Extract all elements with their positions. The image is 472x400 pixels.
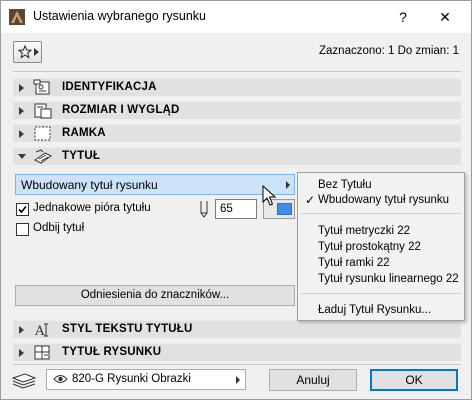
menu-item-title-frame[interactable]: Tytuł ramki 22 (318, 257, 390, 269)
color-swatch-icon (277, 203, 292, 215)
section-label: ROZMIAR I WYGLĄD (62, 104, 180, 116)
checkmark-icon: ✓ (305, 193, 316, 207)
pen-number-value: 65 (220, 203, 233, 215)
section-label: TYTUŁ (62, 150, 101, 162)
title-type-value: Wbudowany tytuł rysunku (21, 178, 158, 192)
ok-button[interactable]: OK (370, 369, 458, 391)
title-bar: Ustawienia wybranego rysunku ? ✕ (1, 1, 471, 33)
layer-dropdown[interactable]: 820-G Rysunki Obrazki (46, 369, 246, 390)
mirror-title-checkbox[interactable] (16, 223, 29, 236)
frame-icon (34, 126, 51, 141)
collapse-arrow-icon (18, 154, 26, 159)
identification-icon (33, 79, 50, 95)
layer-eye-icon (53, 375, 68, 383)
expand-arrow-icon (19, 130, 24, 138)
section-label: IDENTYFIKACJA (62, 81, 157, 93)
expand-arrow-icon (19, 107, 24, 115)
menu-item-title-rectangular[interactable]: Tytuł prostokątny 22 (318, 241, 421, 253)
favorites-button[interactable] (13, 41, 42, 63)
selection-status: Zaznaczono: 1 Do zmian: 1 (319, 45, 459, 57)
expand-arrow-icon (19, 326, 24, 334)
pen-number-input[interactable]: 65 (215, 199, 257, 219)
settings-dialog: Ustawienia wybranego rysunku ? ✕ Zaznacz… (0, 0, 472, 400)
divider (13, 71, 461, 72)
help-button[interactable]: ? (383, 1, 423, 33)
pen-icon (200, 201, 208, 218)
chevron-right-icon (286, 181, 290, 189)
section-identification[interactable]: IDENTYFIKACJA (13, 78, 461, 96)
section-frame[interactable]: RAMKA (13, 124, 461, 142)
checkmark-icon (18, 205, 27, 214)
cancel-button[interactable]: Anuluj (269, 369, 357, 391)
text-style-icon: A (34, 323, 48, 339)
menu-divider (300, 293, 462, 294)
menu-item-no-title[interactable]: Bez Tytułu (318, 179, 372, 191)
layers-stack-icon (11, 373, 37, 389)
size-icon (34, 103, 52, 119)
section-label: TYTUŁ RYSUNKU (62, 346, 162, 358)
menu-item-title-linear[interactable]: Tytuł rysunku linearnego 22 (318, 273, 459, 285)
drawing-title-icon (34, 345, 50, 360)
chevron-right-icon (236, 376, 240, 384)
divider (13, 364, 461, 365)
same-pens-label: Jednakowe pióra tytułu (33, 202, 151, 214)
section-title-text-style[interactable]: A STYL TEKSTU TYTUŁU (13, 320, 461, 339)
close-button[interactable]: ✕ (425, 1, 465, 33)
title-type-dropdown[interactable]: Wbudowany tytuł rysunku (15, 174, 295, 195)
section-label: STYL TEKSTU TYTUŁU (62, 323, 193, 335)
menu-item-builtin-title[interactable]: Wbudowany tytuł rysunku (318, 194, 449, 206)
marker-references-button[interactable]: Odniesienia do znaczników... (15, 285, 295, 306)
title-icon (34, 149, 52, 164)
section-size-appearance[interactable]: ROZMIAR I WYGLĄD (13, 101, 461, 119)
menu-divider (300, 213, 462, 214)
same-pens-checkbox[interactable] (16, 203, 29, 216)
section-drawing-title[interactable]: TYTUŁ RYSUNKU (13, 343, 461, 361)
title-type-popup-menu: Bez Tytułu ✓ Wbudowany tytuł rysunku Tyt… (297, 172, 465, 321)
svg-text:A: A (34, 324, 45, 339)
expand-arrow-icon (19, 84, 24, 92)
menu-item-title-metryczki[interactable]: Tytuł metryczki 22 (318, 225, 410, 237)
section-title[interactable]: TYTUŁ (13, 147, 461, 165)
menu-item-load-title[interactable]: Ładuj Tytuł Rysunku... (318, 304, 431, 316)
app-icon (9, 9, 25, 25)
section-label: RAMKA (62, 127, 106, 139)
chevron-right-icon (34, 48, 39, 56)
layer-name: 820-G Rysunki Obrazki (72, 373, 191, 385)
window-title: Ustawienia wybranego rysunku (33, 9, 207, 23)
mirror-title-label: Odbij tytuł (33, 222, 85, 234)
expand-arrow-icon (19, 349, 24, 357)
favorites-star-icon (18, 45, 32, 59)
mouse-cursor-icon (262, 185, 276, 206)
